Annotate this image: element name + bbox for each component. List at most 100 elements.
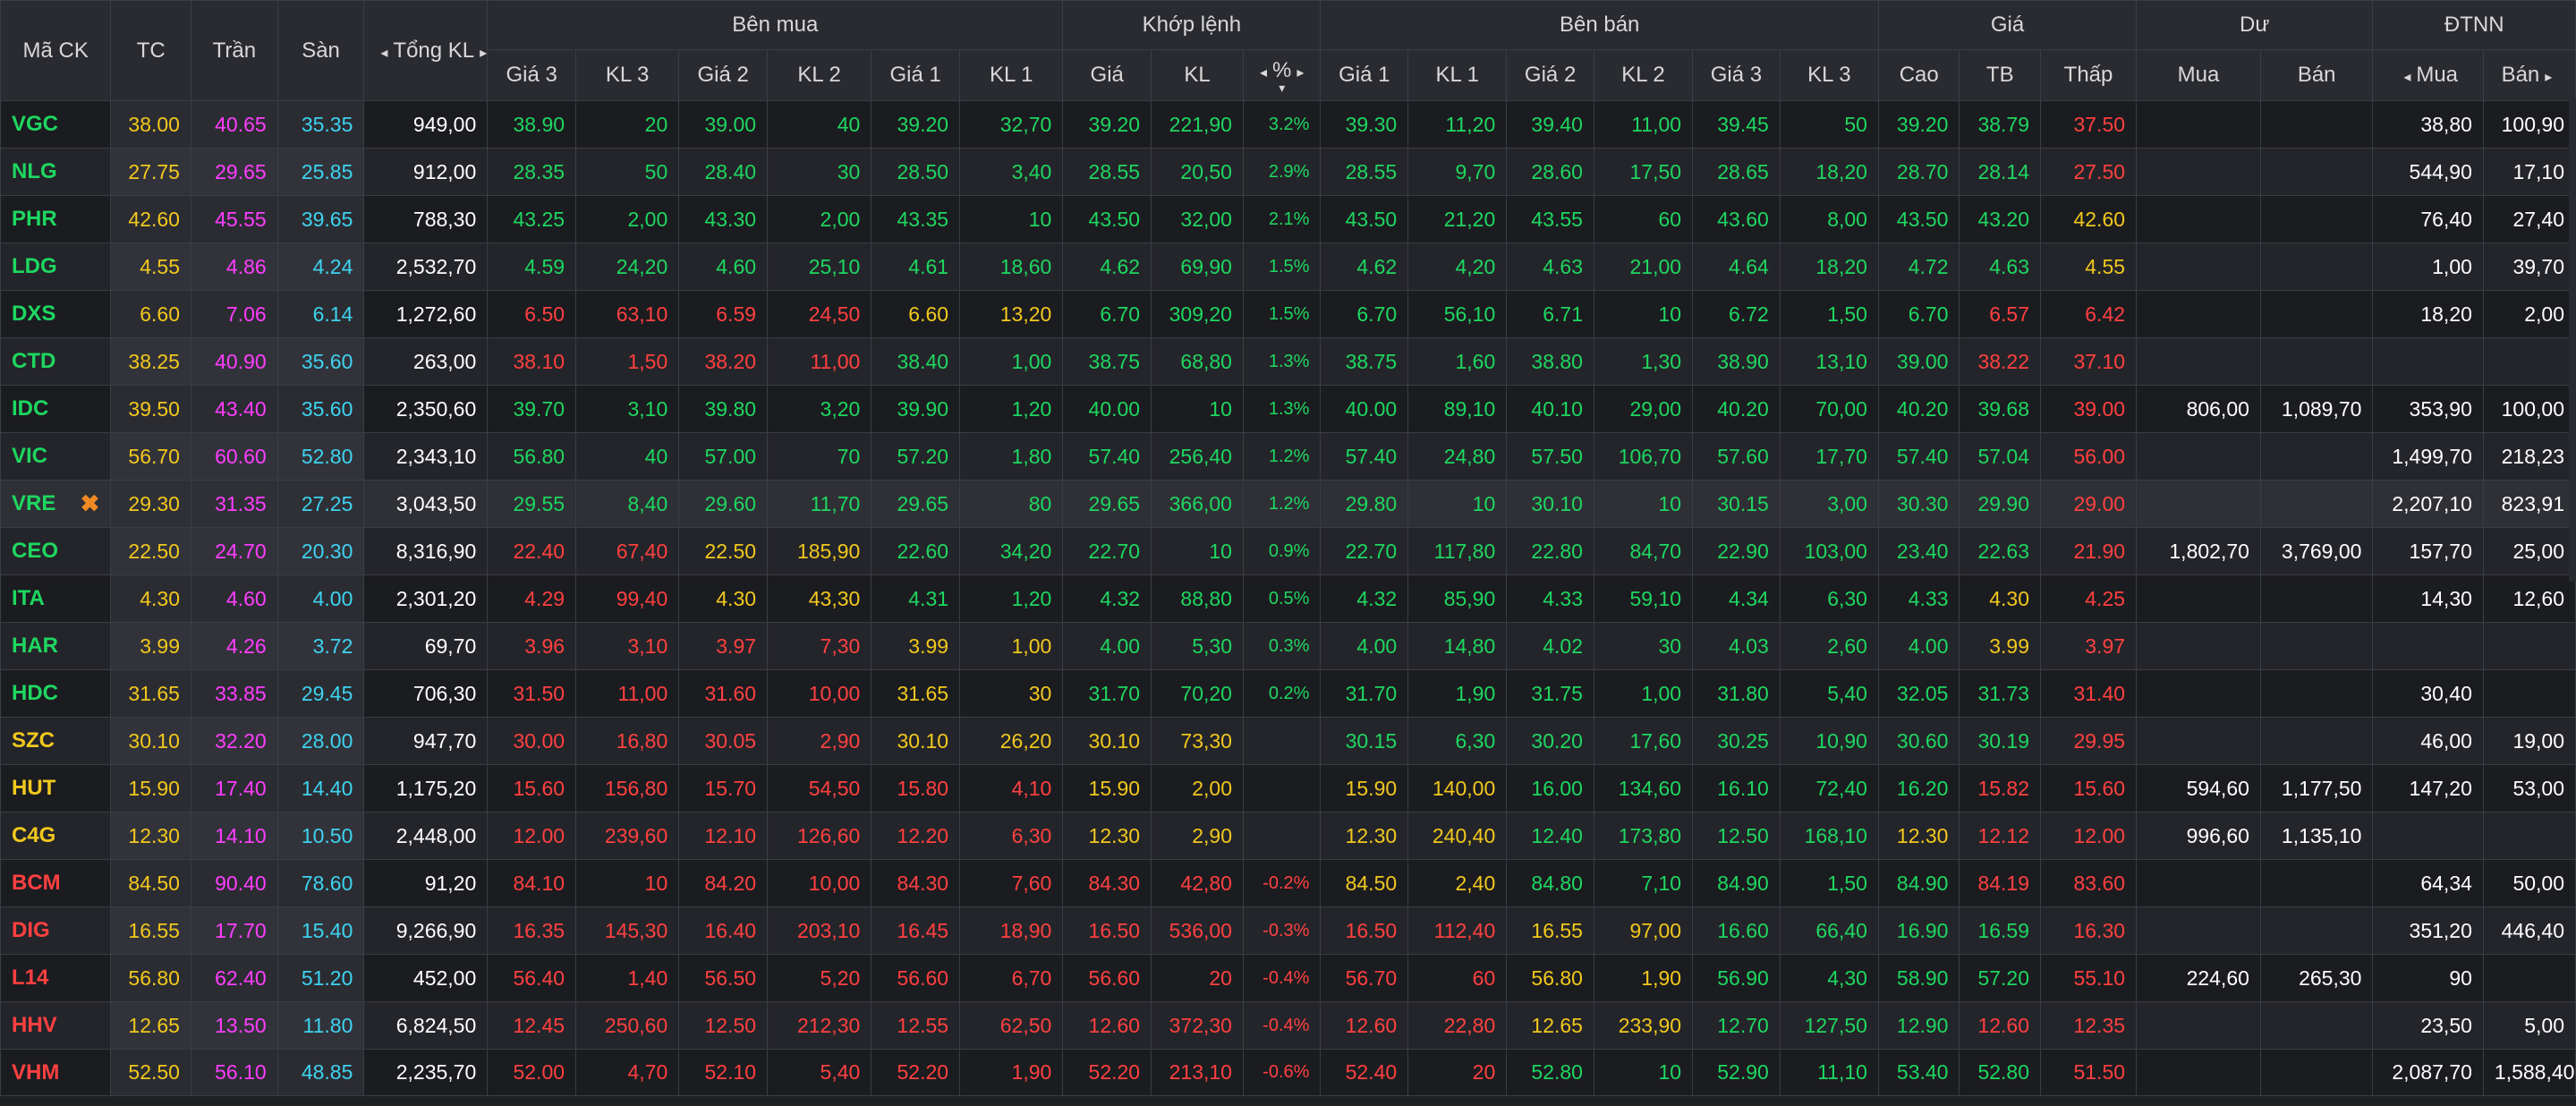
table-row[interactable]: C4G 12.30 14.10 10.50 2,448,00 12.00 239,60 12.… bbox=[0, 812, 2576, 860]
symbol-cell[interactable]: DIG bbox=[0, 906, 112, 955]
table-row[interactable]: VRE ✖ 29.30 31.35 27.25 3,043,50 29.55 8,40 29.6… bbox=[0, 480, 2576, 528]
ask-volume-cell: 8,00 bbox=[1779, 195, 1879, 243]
scroll-left-arrow-icon[interactable]: ◂ bbox=[375, 46, 393, 61]
col-foreign-buy[interactable]: ◂ Mua bbox=[2372, 49, 2484, 101]
symbol-cell[interactable]: ITA bbox=[0, 574, 112, 623]
col-buy-3[interactable]: Giá 2 bbox=[678, 49, 769, 101]
symbol-cell[interactable]: CTD bbox=[0, 337, 112, 386]
col-buy-2[interactable]: KL 3 bbox=[575, 49, 680, 101]
table-row[interactable]: HDC 31.65 33.85 29.45 706,30 31.50 11,00 31.60 1… bbox=[0, 669, 2576, 718]
table-row[interactable]: ITA 4.30 4.60 4.00 2,301,20 4.29 99,40 4.30 43,3… bbox=[0, 574, 2576, 623]
col-buy-5[interactable]: Giá 1 bbox=[871, 49, 961, 101]
scroll-left-arrow-icon[interactable]: ◂ bbox=[2398, 70, 2416, 85]
scroll-right-arrow-icon[interactable]: ▸ bbox=[1291, 65, 1309, 81]
symbol-cell[interactable]: DXS bbox=[0, 290, 112, 338]
col-total-volume[interactable]: ◂ Tổng KL ▸ bbox=[363, 0, 489, 101]
table-row[interactable]: IDC 39.50 43.40 35.60 2,350,60 39.70 3,10 39.80… bbox=[0, 385, 2576, 433]
bid-price-cell: 52.00 bbox=[487, 1049, 577, 1096]
table-row[interactable]: CTD 38.25 40.90 35.60 263,00 38.10 1,50 38.20 11… bbox=[0, 337, 2576, 386]
match-price-cell: 12.30 bbox=[1062, 812, 1152, 860]
col-ceiling[interactable]: Trần bbox=[190, 0, 278, 101]
col-sell-5[interactable]: Giá 3 bbox=[1692, 49, 1781, 101]
symbol-cell[interactable]: IDC bbox=[0, 385, 112, 433]
col-floor[interactable]: Sàn bbox=[276, 0, 365, 101]
col-buy-6[interactable]: KL 1 bbox=[959, 49, 1064, 101]
symbol-cell[interactable]: HHV bbox=[0, 1001, 112, 1050]
col-sell-3[interactable]: Giá 2 bbox=[1506, 49, 1594, 101]
col-remain-2[interactable]: Bán bbox=[2259, 49, 2374, 101]
table-row[interactable]: CEO 22.50 24.70 20.30 8,316,90 22.40 67,40 22.5… bbox=[0, 527, 2576, 575]
col-foreign-sell[interactable]: Bán ▸ bbox=[2482, 49, 2576, 101]
group-buy-side: Bên mua bbox=[487, 0, 1064, 50]
total-volume-cell: 2,532,70 bbox=[363, 242, 489, 291]
col-sell-2[interactable]: KL 1 bbox=[1407, 49, 1508, 101]
col-sell-6[interactable]: KL 3 bbox=[1779, 49, 1879, 101]
symbol-cell[interactable]: C4G bbox=[0, 812, 112, 860]
remain-sell-cell: 3,769,00 bbox=[2259, 527, 2374, 575]
col-remain-1[interactable]: Mua bbox=[2136, 49, 2261, 101]
col-buy-1[interactable]: Giá 3 bbox=[487, 49, 577, 101]
low-price-cell: 83.60 bbox=[2040, 859, 2138, 907]
col-symbol[interactable]: Mã CK bbox=[0, 0, 112, 101]
table-row[interactable]: HAR 3.99 4.26 3.72 69,70 3.96 3,10 3.97 7,30 3.99… bbox=[0, 622, 2576, 670]
floor-price-cell: 48.85 bbox=[276, 1049, 365, 1096]
table-row[interactable]: HUT 15.90 17.40 14.40 1,175,20 15.60 156,80 15.… bbox=[0, 764, 2576, 812]
table-row[interactable]: DIG 16.55 17.70 15.40 9,266,90 16.35 145,30 16.… bbox=[0, 906, 2576, 955]
vertical-scrollbar[interactable] bbox=[2569, 98, 2576, 582]
col-match-percent[interactable]: ◂% ▸ ▾ bbox=[1242, 49, 1322, 101]
symbol-cell[interactable]: LDG bbox=[0, 242, 112, 291]
high-price-cell: 6.70 bbox=[1877, 290, 1960, 338]
symbol-cell[interactable]: HUT bbox=[0, 764, 112, 812]
symbol-cell[interactable]: PHR bbox=[0, 195, 112, 243]
table-row[interactable]: VIC 56.70 60.60 52.80 2,343,10 56.80 40 57.00 70… bbox=[0, 432, 2576, 481]
ceiling-price-cell: 43.40 bbox=[190, 385, 278, 433]
col-price-3[interactable]: Thấp bbox=[2040, 49, 2138, 101]
table-row[interactable]: LDG 4.55 4.86 4.24 2,532,70 4.59 24,20 4.60 25,1… bbox=[0, 242, 2576, 291]
symbol-cell[interactable]: VRE ✖ bbox=[0, 480, 112, 528]
symbol-cell[interactable]: VIC bbox=[0, 432, 112, 481]
table-row[interactable]: HHV 12.65 13.50 11.80 6,824,50 12.45 250,60 12.… bbox=[0, 1001, 2576, 1050]
table-row[interactable]: BCM 84.50 90.40 78.60 91,20 84.10 10 84.20 10,00… bbox=[0, 859, 2576, 907]
watchlist-star-icon[interactable]: ✖ bbox=[81, 490, 100, 518]
table-row[interactable]: SZC 30.10 32.20 28.00 947,70 30.00 16,80 30.05 2… bbox=[0, 717, 2576, 765]
table-row[interactable]: PHR 42.60 45.55 39.65 788,30 43.25 2,00 43.30 2,… bbox=[0, 195, 2576, 243]
bid-price-cell: 29.55 bbox=[487, 480, 577, 528]
low-price-cell: 37.10 bbox=[2040, 337, 2138, 386]
bid-price-cell: 31.60 bbox=[678, 669, 769, 718]
scroll-right-arrow-icon[interactable]: ▸ bbox=[474, 46, 487, 61]
col-sell-1[interactable]: Giá 1 bbox=[1320, 49, 1409, 101]
symbol-cell[interactable]: BCM bbox=[0, 859, 112, 907]
col-price-2[interactable]: TB bbox=[1959, 49, 2042, 101]
ask-volume-cell: 11,00 bbox=[1593, 100, 1694, 149]
avg-price-cell: 12.12 bbox=[1959, 812, 2042, 860]
scroll-left-arrow-icon[interactable]: ◂ bbox=[1254, 65, 1272, 81]
symbol-cell[interactable]: SZC bbox=[0, 717, 112, 765]
floor-price-cell: 51.20 bbox=[276, 954, 365, 1002]
remain-buy-cell bbox=[2136, 100, 2261, 149]
symbol-cell[interactable]: HDC bbox=[0, 669, 112, 718]
col-price-1[interactable]: Cao bbox=[1877, 49, 1960, 101]
col-sell-4[interactable]: KL 2 bbox=[1593, 49, 1694, 101]
ask-price-cell: 12.50 bbox=[1692, 812, 1781, 860]
table-row[interactable]: VHM 52.50 56.10 48.85 2,235,70 52.00 4,70 52.10… bbox=[0, 1049, 2576, 1096]
bid-volume-cell: 1,40 bbox=[575, 954, 680, 1002]
bid-volume-cell: 4,70 bbox=[575, 1049, 680, 1096]
symbol-cell[interactable]: HAR bbox=[0, 622, 112, 670]
col-reference[interactable]: TC bbox=[110, 0, 191, 101]
scroll-right-arrow-icon[interactable]: ▸ bbox=[2539, 70, 2557, 85]
symbol-cell[interactable]: NLG bbox=[0, 148, 112, 196]
symbol-cell[interactable]: L14 bbox=[0, 954, 112, 1002]
symbol-cell[interactable]: VGC bbox=[0, 100, 112, 149]
col-buy-4[interactable]: KL 2 bbox=[767, 49, 872, 101]
bid-price-cell: 38.20 bbox=[678, 337, 769, 386]
remain-buy-cell: 224,60 bbox=[2136, 954, 2261, 1002]
symbol-cell[interactable]: CEO bbox=[0, 527, 112, 575]
col-match-volume[interactable]: KL bbox=[1151, 49, 1244, 101]
table-row[interactable]: L14 56.80 62.40 51.20 452,00 56.40 1,40 56.50 5,… bbox=[0, 954, 2576, 1002]
table-row[interactable]: DXS 6.60 7.06 6.14 1,272,60 6.50 63,10 6.59 24,5… bbox=[0, 290, 2576, 338]
table-row[interactable]: NLG 27.75 29.65 25.85 912,00 28.35 50 28.40 30 28… bbox=[0, 148, 2576, 196]
col-match-price[interactable]: Giá bbox=[1062, 49, 1152, 101]
bid-price-cell: 30.10 bbox=[871, 717, 961, 765]
table-row[interactable]: VGC 38.00 40.65 35.35 949,00 38.90 20 39.00 40 39… bbox=[0, 100, 2576, 149]
symbol-cell[interactable]: VHM bbox=[0, 1049, 112, 1096]
